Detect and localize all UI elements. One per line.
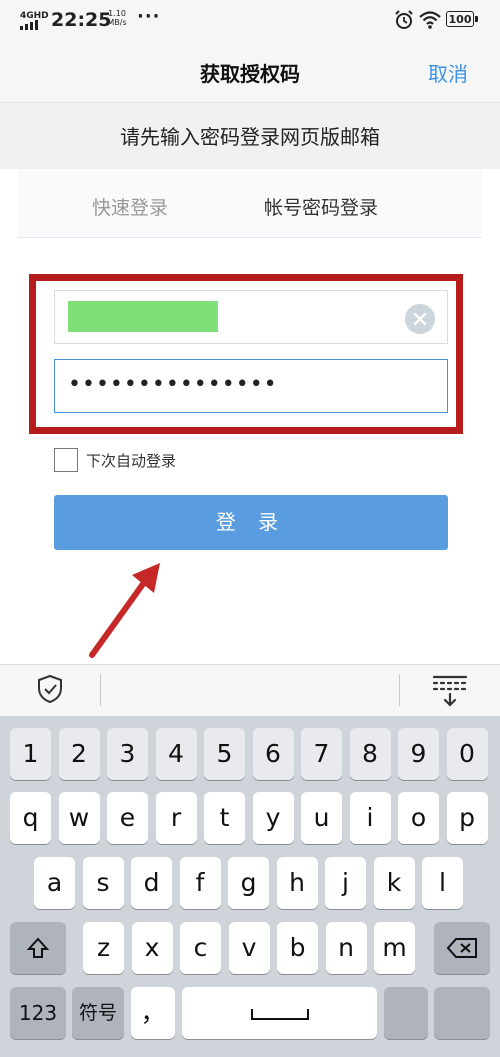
key-h[interactable]: h — [276, 857, 318, 909]
clear-input-button[interactable] — [405, 304, 435, 334]
key-q[interactable]: q — [10, 792, 51, 844]
battery-indicator: 100 — [446, 11, 478, 27]
key-comma[interactable]: ， — [131, 987, 175, 1039]
key-3[interactable]: 3 — [107, 728, 148, 780]
key-o[interactable]: o — [398, 792, 439, 844]
key-5[interactable]: 5 — [204, 728, 245, 780]
key-c[interactable]: c — [180, 922, 221, 974]
shift-icon — [26, 937, 50, 958]
network-speed: 1.10 MB/s — [106, 9, 128, 27]
key-x[interactable]: x — [131, 922, 173, 974]
key-v[interactable]: v — [228, 922, 270, 974]
keyboard: 1 2 3 4 5 6 7 8 9 0 q w e r t y u i o p a s d f g h j k l z x c v b n m 123 符… — [0, 716, 500, 1057]
key-w[interactable]: w — [58, 792, 100, 844]
key-1[interactable]: 1 — [10, 728, 51, 780]
tab-account-password-login[interactable]: 帐号密码登录 — [264, 193, 378, 220]
key-p[interactable]: p — [446, 792, 488, 844]
close-icon — [413, 312, 427, 326]
key-j[interactable]: j — [325, 857, 366, 909]
key-8[interactable]: 8 — [349, 728, 391, 780]
space-key[interactable] — [182, 987, 377, 1039]
symbols-mode-key[interactable]: 符号 — [72, 987, 124, 1039]
key-a[interactable]: a — [34, 857, 75, 909]
tab-quick-login[interactable]: 快速登录 — [92, 193, 168, 220]
auto-login-label: 下次自动登录 — [86, 452, 177, 470]
alarm-icon — [395, 10, 413, 29]
annotation-arrow-icon — [89, 563, 160, 658]
key-6[interactable]: 6 — [252, 728, 294, 780]
key-i[interactable]: i — [349, 792, 391, 844]
period-key[interactable] — [384, 987, 428, 1039]
more-notifications: ··· — [137, 6, 161, 27]
key-t[interactable]: t — [204, 792, 245, 844]
key-u[interactable]: u — [301, 792, 342, 844]
enter-key[interactable] — [434, 987, 490, 1039]
key-r[interactable]: r — [155, 792, 197, 844]
speed-unit: MB/s — [107, 18, 127, 27]
key-s[interactable]: s — [82, 857, 124, 909]
key-b[interactable]: b — [277, 922, 318, 974]
keyboard-toolbar — [0, 664, 500, 717]
login-prompt: 请先输入密码登录网页版邮箱 — [120, 125, 380, 149]
login-tabs — [18, 169, 482, 238]
key-n[interactable]: n — [325, 922, 367, 974]
key-e[interactable]: e — [107, 792, 148, 844]
backspace-key[interactable] — [434, 922, 490, 974]
wifi-icon — [419, 11, 441, 29]
clock: 22:25 — [51, 9, 112, 31]
space-icon — [250, 1009, 309, 1020]
speed-value: 1.10 — [108, 9, 126, 18]
key-m[interactable]: m — [374, 922, 415, 974]
key-z[interactable]: z — [83, 922, 124, 974]
key-7[interactable]: 7 — [301, 728, 342, 780]
key-9[interactable]: 9 — [398, 728, 439, 780]
numbers-mode-key[interactable]: 123 — [10, 987, 66, 1039]
key-l[interactable]: l — [422, 857, 463, 909]
backspace-icon — [446, 938, 477, 958]
toolbar-divider — [100, 674, 101, 706]
security-shield-icon[interactable] — [36, 674, 64, 704]
key-d[interactable]: d — [131, 857, 172, 909]
signal-icon — [20, 20, 38, 30]
login-button[interactable]: 登 录 — [54, 495, 448, 550]
cancel-button[interactable]: 取消 — [428, 58, 468, 87]
key-0[interactable]: 0 — [446, 728, 488, 780]
key-k[interactable]: k — [373, 857, 415, 909]
key-2[interactable]: 2 — [58, 728, 100, 780]
key-g[interactable]: g — [228, 857, 269, 909]
keyboard-collapse-icon[interactable] — [431, 672, 469, 708]
key-f[interactable]: f — [179, 857, 221, 909]
page-title: 获取授权码 — [200, 62, 300, 86]
toolbar-divider — [399, 674, 400, 706]
password-value: ••••••••••••••• — [68, 372, 278, 397]
redacted-account-value — [68, 301, 218, 332]
auto-login-checkbox[interactable] — [54, 448, 78, 472]
shift-key[interactable] — [10, 922, 66, 974]
key-y[interactable]: y — [252, 792, 294, 844]
key-4[interactable]: 4 — [155, 728, 197, 780]
